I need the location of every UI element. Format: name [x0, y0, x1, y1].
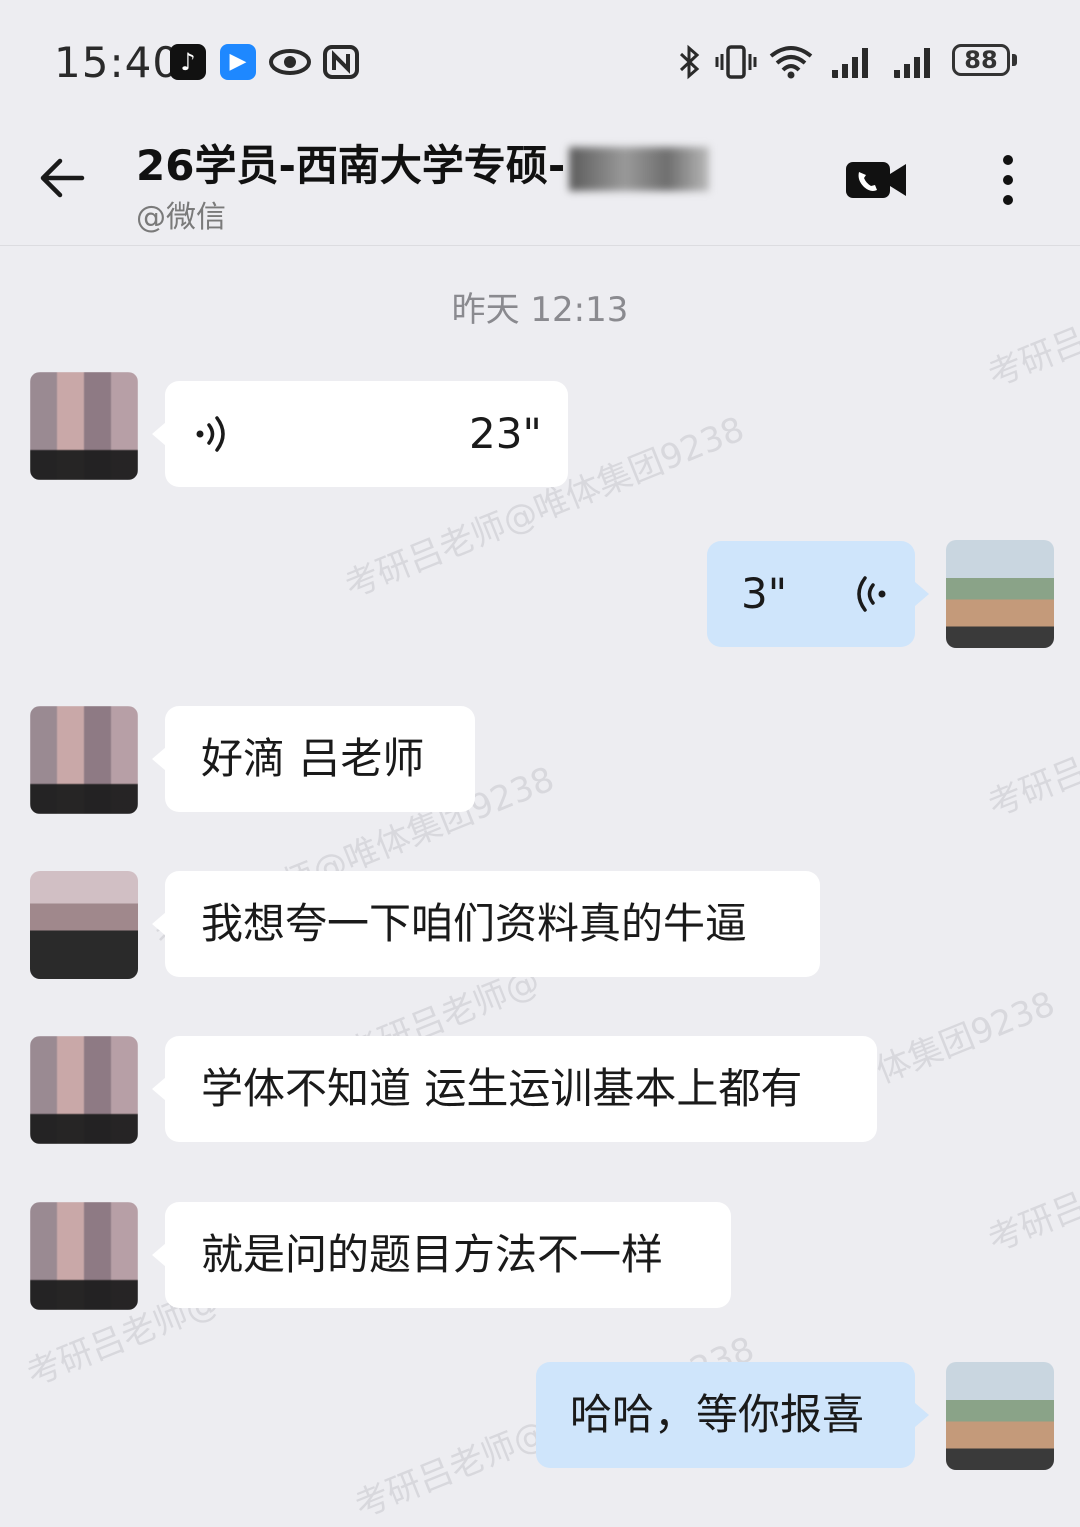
- video-call-icon[interactable]: [844, 158, 908, 202]
- voice-wave-icon: [196, 416, 225, 452]
- battery-tip: [1012, 54, 1017, 66]
- voice-duration: 3": [741, 569, 788, 618]
- contact-avatar[interactable]: [30, 1036, 138, 1144]
- tiktok-icon: ♪: [170, 44, 206, 80]
- my-avatar[interactable]: [946, 1362, 1054, 1470]
- contact-avatar[interactable]: [30, 706, 138, 814]
- contact-avatar[interactable]: [30, 871, 138, 979]
- text-message-bubble[interactable]: 就是问的题目方法不一样: [165, 1202, 731, 1308]
- bubble-tail: [152, 1243, 166, 1267]
- bubble-tail: [152, 1077, 166, 1101]
- bilibili-icon: ▶: [220, 44, 256, 80]
- chat-title[interactable]: 26学员-西南大学专硕-: [136, 132, 710, 193]
- battery-icon: 88: [952, 44, 1010, 76]
- signal-icon: [894, 48, 930, 78]
- bubble-tail: [152, 912, 166, 936]
- voice-wave-icon: [857, 576, 886, 612]
- text-message-bubble[interactable]: 学体不知道 运生运训基本上都有: [165, 1036, 877, 1142]
- voice-message-bubble[interactable]: 3": [707, 541, 915, 647]
- chat-title-text: 26学员-西南大学专硕-: [136, 141, 566, 190]
- message-timestamp: 昨天 12:13: [451, 290, 629, 330]
- bluetooth-icon: [679, 44, 700, 80]
- bubble-tail: [915, 1403, 929, 1427]
- contact-avatar[interactable]: [30, 1202, 138, 1310]
- vibrate-icon: [715, 45, 757, 79]
- eye-icon: [269, 49, 311, 75]
- text-message-bubble[interactable]: 哈哈，等你报喜: [536, 1362, 915, 1468]
- bubble-tail: [915, 582, 929, 606]
- status-time: 15:40: [54, 38, 181, 87]
- contact-avatar[interactable]: [30, 372, 138, 480]
- voice-duration: 23": [469, 409, 542, 458]
- bubble-tail: [152, 422, 166, 446]
- wifi-icon: [769, 46, 813, 79]
- redacted-name: [569, 146, 710, 191]
- nfc-icon: [323, 45, 359, 79]
- voice-message-bubble[interactable]: 23": [165, 381, 568, 487]
- chat-header: 26学员-西南大学专硕- @微信: [0, 120, 1080, 246]
- more-icon[interactable]: [990, 150, 1026, 210]
- watermark: 考研吕: [982, 1185, 1080, 1261]
- status-bar: 15:40 ♪ ▶ 88: [0, 0, 1080, 120]
- text-message-bubble[interactable]: 我想夸一下咱们资料真的牛逼: [165, 871, 820, 977]
- my-avatar[interactable]: [946, 540, 1054, 648]
- back-arrow-icon[interactable]: [34, 150, 90, 206]
- watermark: 体集团9238: [870, 983, 1061, 1092]
- signal-icon: [832, 48, 868, 78]
- bubble-tail: [152, 747, 166, 771]
- watermark: 考研吕: [982, 750, 1080, 826]
- chat-subtitle: @微信: [136, 200, 226, 235]
- text-message-bubble[interactable]: 好滴 吕老师: [165, 706, 475, 812]
